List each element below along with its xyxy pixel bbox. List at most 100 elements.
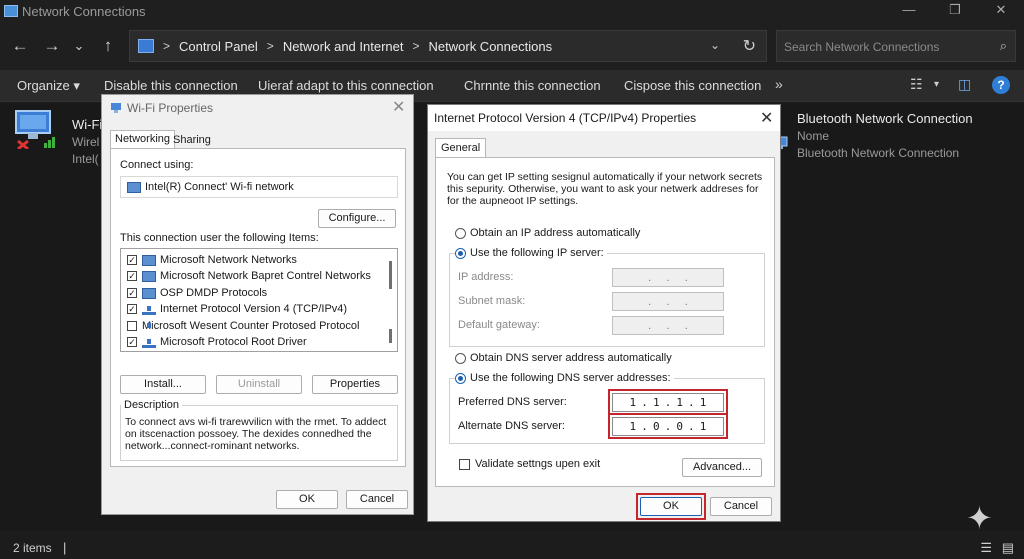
minimize-button[interactable]: —: [886, 0, 932, 22]
item-checkbox[interactable]: ✓: [127, 304, 137, 314]
disable-connection-command[interactable]: Disable this connection: [104, 78, 238, 93]
item-label: Microsoft Network Networks: [160, 254, 297, 266]
ip-address-dots: . . .: [648, 271, 688, 284]
item-checkbox[interactable]: ✓: [127, 255, 137, 265]
general-panel: You can get IP setting sesignul automati…: [435, 157, 775, 487]
radio-button-selected[interactable]: [455, 372, 466, 384]
protocol-icon: [142, 304, 156, 315]
default-gateway-label: Default gateway:: [458, 319, 540, 331]
search-icon[interactable]: ⌕: [1000, 38, 1007, 54]
list-item[interactable]: ✓ Microsoft Network Bapret Contrel Netwo…: [127, 268, 371, 284]
adapter-name: Intel(R) Connect' Wi-fi network: [145, 181, 294, 193]
dialog-title: Internet Protocol Version 4 (TCP/IPv4) P…: [434, 111, 697, 125]
sparkle-icon: ✦: [966, 500, 993, 536]
refresh-icon[interactable]: ↻: [743, 36, 756, 56]
help-icon[interactable]: ?: [992, 76, 1010, 94]
status-separator: |: [63, 540, 67, 555]
wifi-connection-name: Wi-Fi: [72, 117, 103, 132]
subnet-mask-dots: . . .: [648, 295, 688, 308]
cancel-button[interactable]: Cancel: [346, 490, 408, 509]
large-icons-view-icon[interactable]: ▤: [1002, 540, 1014, 555]
install-button[interactable]: Install...: [120, 375, 206, 394]
search-input[interactable]: Search Network Connections ⌕: [776, 30, 1016, 62]
item-checkbox[interactable]: ✓: [127, 271, 137, 281]
chrnnte-connection-command[interactable]: Chrnnte this connection: [464, 78, 601, 93]
cancel-button[interactable]: Cancel: [710, 497, 772, 516]
uninstall-button[interactable]: Uninstall: [216, 375, 302, 394]
item-label: OSP DMDP Protocols: [160, 287, 268, 299]
radio-button-selected[interactable]: [455, 247, 466, 259]
list-item[interactable]: ✓ Microsoft Protocol Root Driver: [127, 334, 307, 350]
breadcrumb-control-panel[interactable]: Control Panel: [179, 39, 258, 54]
items-list[interactable]: ✓ Microsoft Network Networks ✓ Microsoft…: [120, 248, 398, 352]
protocol-icon: [142, 337, 156, 348]
back-button[interactable]: ←: [9, 36, 31, 56]
dns-settings-group: Preferred DNS server: Alternate DNS serv…: [449, 378, 765, 444]
tab-networking[interactable]: Networking: [110, 130, 176, 149]
bluetooth-connection[interactable]: Bluetooth Network Connection Nome Blueto…: [770, 109, 1020, 169]
preview-pane-icon[interactable]: ◫: [958, 76, 971, 93]
item-label: Microsoft Protocol Root Driver: [160, 336, 307, 348]
subnet-mask-field[interactable]: . . .: [612, 292, 724, 311]
up-button[interactable]: ↑: [97, 36, 119, 56]
list-item[interactable]: Microsoft Wesent Counter Protosed Protoc…: [127, 318, 359, 334]
scrollbar-thumb[interactable]: [389, 261, 392, 289]
connect-using-label: Connect using:: [120, 159, 194, 171]
advanced-button[interactable]: Advanced...: [682, 458, 762, 477]
item-checkbox[interactable]: ✓: [127, 337, 137, 347]
recent-locations-button[interactable]: ⌄: [68, 38, 90, 54]
dialog-title: Wi-Fi Properties: [127, 101, 214, 115]
intro-text: You can get IP setting sesignul automati…: [447, 171, 763, 183]
wifi-connection-status: Wirel: [72, 135, 100, 149]
obtain-ip-label: Obtain an IP address automatically: [470, 227, 641, 239]
maximize-button[interactable]: ❐: [932, 0, 978, 22]
close-icon[interactable]: ✕: [760, 108, 773, 128]
adapter-field: Intel(R) Connect' Wi-fi network: [120, 176, 398, 198]
network-connections-icon: [4, 5, 18, 17]
tab-general[interactable]: General: [435, 138, 487, 158]
network-client-icon: [142, 254, 156, 266]
use-dns-radio[interactable]: Use the following DNS server addresses:: [455, 372, 674, 384]
list-item[interactable]: ✓ OSP DMDP Protocols: [127, 285, 267, 301]
default-gateway-field[interactable]: . . .: [612, 316, 724, 335]
radio-button[interactable]: [455, 227, 466, 239]
properties-button[interactable]: Properties: [312, 375, 398, 394]
scrollbar-thumb[interactable]: [389, 329, 392, 343]
breadcrumb-separator: >: [163, 39, 171, 53]
forward-button[interactable]: →: [41, 36, 63, 56]
ok-button[interactable]: OK: [276, 490, 338, 509]
use-dns-label: Use the following DNS server addresses:: [470, 372, 671, 384]
use-ip-label: Use the following IP server:: [470, 247, 604, 259]
more-commands-button[interactable]: »: [775, 76, 783, 92]
obtain-ip-radio[interactable]: Obtain an IP address automatically: [455, 227, 640, 239]
configure-button[interactable]: Configure...: [318, 209, 396, 228]
wifi-connection-device: Intel(: [72, 152, 99, 166]
breadcrumb-network-and-internet[interactable]: Network and Internet: [283, 39, 404, 54]
list-item-ipv4[interactable]: ✓ Internet Protocol Version 4 (TCP/IPv4): [127, 301, 348, 317]
change-view-icon[interactable]: ☷: [910, 76, 923, 93]
adapt-connection-command[interactable]: Uieraf adapt to this connection: [258, 78, 434, 93]
list-item[interactable]: ✓ Microsoft Network Networks: [127, 252, 297, 268]
organize-menu[interactable]: Organize ▾: [17, 78, 80, 94]
item-checkbox[interactable]: ✓: [127, 288, 137, 298]
breadcrumb-network-connections[interactable]: Network Connections: [429, 39, 553, 54]
details-view-icon[interactable]: ☰: [980, 540, 992, 555]
chevron-down-icon[interactable]: ⌄: [710, 38, 720, 52]
validate-checkbox[interactable]: Validate settngs upen exit: [459, 458, 600, 470]
checkbox[interactable]: [459, 458, 470, 470]
view-options-chevron-icon[interactable]: ▾: [934, 79, 939, 90]
obtain-dns-radio[interactable]: Obtain DNS server address automatically: [455, 352, 672, 364]
use-ip-radio[interactable]: Use the following IP server:: [455, 247, 607, 259]
ipv4-properties-dialog: Internet Protocol Version 4 (TCP/IPv4) P…: [427, 104, 781, 522]
tab-sharing[interactable]: Sharing: [173, 134, 211, 146]
address-bar[interactable]: > Control Panel > Network and Internet >…: [129, 30, 767, 62]
radio-button[interactable]: [455, 352, 466, 364]
ip-address-field[interactable]: . . .: [612, 268, 724, 287]
item-checkbox[interactable]: [127, 321, 137, 331]
close-button[interactable]: ✕: [978, 0, 1024, 22]
item-label: Microsoft Wesent Counter Protosed Protoc…: [142, 320, 360, 332]
adapter-icon: [127, 181, 141, 193]
cispose-connection-command[interactable]: Cispose this connection: [624, 78, 761, 93]
alternate-dns-label: Alternate DNS server:: [458, 420, 565, 432]
close-icon[interactable]: ✕: [392, 97, 405, 117]
